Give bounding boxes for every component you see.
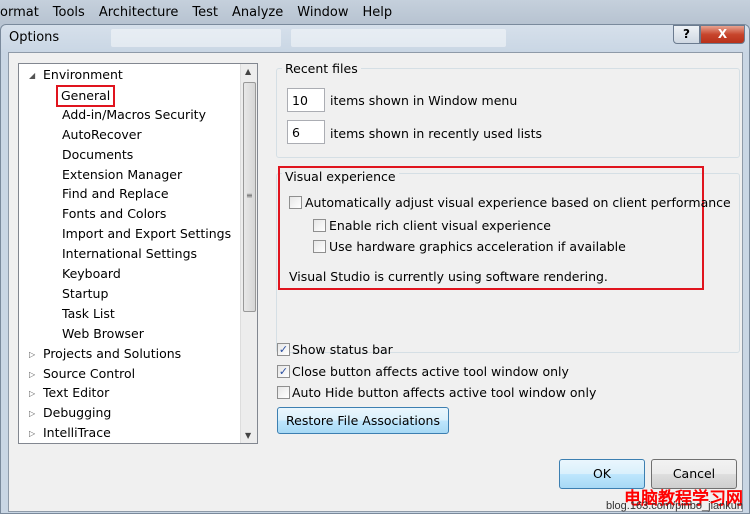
expand-icon[interactable]: ▷	[29, 429, 35, 438]
tree-item[interactable]: Find and Replace	[62, 185, 169, 203]
dialog-client: ▲ ≡ ▼ ◢ Environment General Add-in/Macros S…	[8, 52, 743, 512]
tree-item[interactable]: IntelliTrace	[43, 424, 111, 442]
menu-window[interactable]: Window	[290, 5, 355, 20]
tree-item[interactable]: Debugging	[43, 404, 111, 422]
tree-item[interactable]: Task List	[62, 305, 115, 323]
close-button-checkbox[interactable]: ✓	[277, 365, 290, 378]
tree-item[interactable]: Fonts and Colors	[62, 205, 166, 223]
watermark-url: blog.163.com/pinbo_jiankun	[606, 500, 743, 512]
auto-adjust-checkbox[interactable]	[289, 196, 302, 209]
scroll-thumb[interactable]: ≡	[243, 82, 256, 312]
expand-icon[interactable]: ▷	[29, 370, 35, 379]
rendering-status: Visual Studio is currently using softwar…	[289, 269, 608, 284]
menu-test[interactable]: Test	[185, 5, 225, 20]
expand-icon[interactable]: ▷	[29, 350, 35, 359]
tree-item[interactable]: Projects and Solutions	[43, 345, 181, 363]
visual-experience-title: Visual experience	[282, 169, 399, 184]
menu-tools[interactable]: Tools	[46, 5, 92, 20]
dialog-title: Options	[9, 30, 60, 45]
recent-lists-count-input[interactable]: 6	[287, 120, 325, 144]
menu-analyze[interactable]: Analyze	[225, 5, 290, 20]
tree-item[interactable]: Extension Manager	[62, 166, 182, 184]
rich-client-checkbox[interactable]	[313, 219, 326, 232]
tree-item[interactable]: Keyboard	[62, 265, 121, 283]
close-button[interactable]: X	[700, 25, 745, 44]
auto-adjust-label: Automatically adjust visual experience b…	[305, 195, 731, 210]
blurred-toolbar	[111, 29, 281, 47]
tree-item[interactable]: Text Editor	[43, 384, 109, 402]
tree-item[interactable]: International Settings	[62, 245, 197, 263]
window-menu-count-input[interactable]: 10	[287, 88, 325, 112]
tree-item[interactable]: Import and Export Settings	[62, 225, 231, 243]
auto-hide-checkbox[interactable]	[277, 386, 290, 399]
auto-hide-label: Auto Hide button affects active tool win…	[292, 385, 597, 400]
menu-format[interactable]: ormat	[0, 5, 46, 20]
menu-bar: ormat Tools Architecture Test Analyze Wi…	[0, 0, 750, 24]
tree-item[interactable]: Source Control	[43, 365, 135, 383]
tree-item[interactable]: Web Browser	[62, 325, 144, 343]
options-tree[interactable]: ▲ ≡ ▼ ◢ Environment General Add-in/Macros S…	[18, 63, 258, 444]
window-menu-label: items shown in Window menu	[330, 93, 518, 108]
collapse-icon[interactable]: ◢	[29, 71, 35, 80]
show-status-bar-label: Show status bar	[292, 342, 393, 357]
expand-icon[interactable]: ▷	[29, 409, 35, 418]
blurred-toolbar	[291, 29, 506, 47]
hw-accel-checkbox[interactable]	[313, 240, 326, 253]
tree-item[interactable]: Add-in/Macros Security	[62, 106, 206, 124]
close-button-label: Close button affects active tool window …	[292, 364, 569, 379]
tree-item[interactable]: Environment	[43, 66, 123, 84]
tree-scrollbar[interactable]: ▲ ≡ ▼	[240, 64, 257, 443]
menu-architecture[interactable]: Architecture	[92, 5, 186, 20]
recent-files-title: Recent files	[282, 61, 361, 76]
options-dialog: Options ? X ▲ ≡ ▼ ◢ Environment General Add…	[0, 24, 750, 514]
hw-accel-label: Use hardware graphics acceleration if av…	[329, 239, 626, 254]
menu-help[interactable]: Help	[356, 5, 400, 20]
rich-client-label: Enable rich client visual experience	[329, 218, 551, 233]
tree-item[interactable]: AutoRecover	[62, 126, 142, 144]
scroll-down-icon[interactable]: ▼	[245, 431, 251, 440]
show-status-bar-checkbox[interactable]: ✓	[277, 343, 290, 356]
tree-item[interactable]: Startup	[62, 285, 108, 303]
tree-item[interactable]: Documents	[62, 146, 133, 164]
scroll-up-icon[interactable]: ▲	[245, 67, 251, 76]
recent-files-group	[276, 68, 740, 158]
recent-lists-label: items shown in recently used lists	[330, 126, 542, 141]
restore-file-associations-button[interactable]: Restore File Associations	[277, 407, 449, 434]
expand-icon[interactable]: ▷	[29, 389, 35, 398]
help-button[interactable]: ?	[673, 25, 700, 44]
tree-item[interactable]: General	[56, 84, 116, 107]
